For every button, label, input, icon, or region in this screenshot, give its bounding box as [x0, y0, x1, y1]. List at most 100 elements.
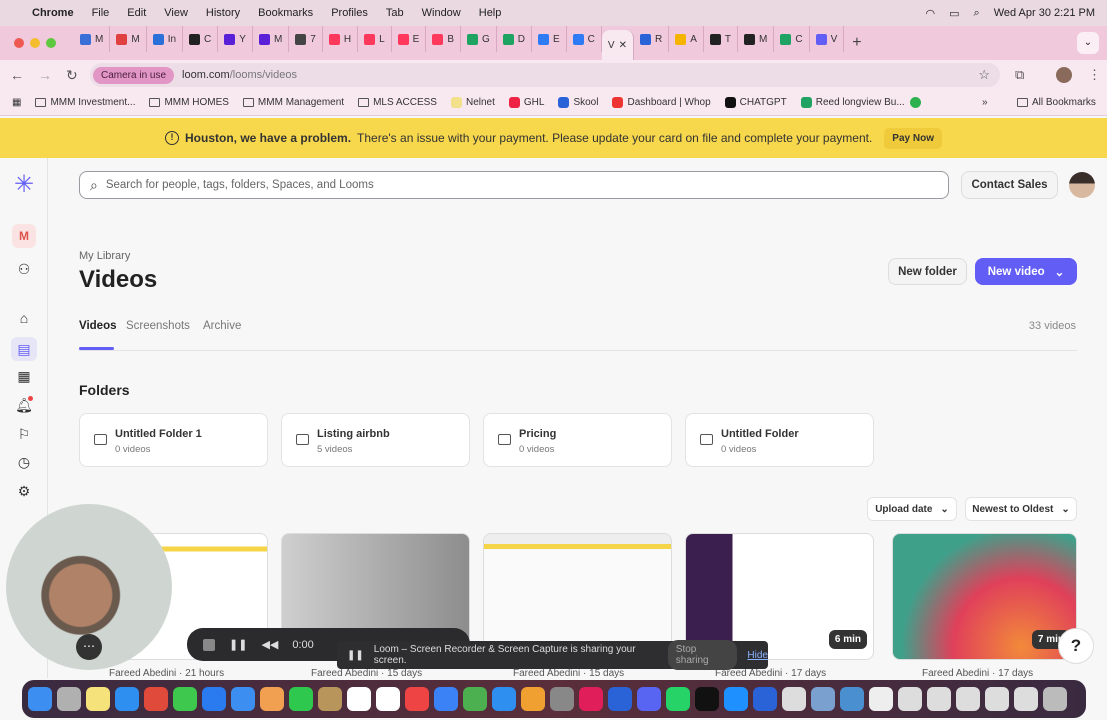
bookmark-item[interactable]: MLS ACCESS — [358, 97, 437, 108]
calendar-icon[interactable]: ▦ — [14, 366, 34, 386]
dock-app-icon[interactable] — [840, 687, 864, 711]
browser-tab[interactable]: H — [323, 26, 359, 52]
home-icon[interactable]: ⌂ — [14, 308, 34, 328]
notifications-bell-icon[interactable]: 🔔︎ — [14, 395, 34, 415]
profile-avatar[interactable] — [1056, 67, 1072, 83]
menu-profiles[interactable]: Profiles — [331, 7, 368, 19]
dock-app-icon[interactable] — [637, 687, 661, 711]
apps-grid-icon[interactable]: ▦ — [12, 97, 21, 108]
dock-app-icon[interactable] — [144, 687, 168, 711]
dock-app-icon[interactable] — [115, 687, 139, 711]
user-avatar[interactable] — [1069, 172, 1095, 198]
browser-tab[interactable]: C — [567, 26, 602, 52]
bookmark-green-icon[interactable] — [910, 97, 921, 108]
video-owner[interactable]: Fareed Abedini · 17 days — [922, 668, 1033, 679]
sort-order-dropdown[interactable]: Newest to Oldest ⌄ — [965, 497, 1077, 521]
bookmark-item[interactable]: MMM Investment... — [35, 97, 135, 108]
dock-app-icon[interactable] — [289, 687, 313, 711]
library-icon[interactable]: ▤ — [11, 337, 37, 361]
search-input[interactable]: ⌕ Search for people, tags, folders, Spac… — [79, 171, 949, 199]
dock-app-icon[interactable] — [57, 687, 81, 711]
bookmark-item[interactable]: Skool — [558, 97, 598, 108]
invite-user-icon[interactable]: ⚇ — [14, 259, 34, 279]
hide-button[interactable]: Hide — [747, 650, 768, 661]
menu-edit[interactable]: Edit — [127, 7, 146, 19]
browser-tab[interactable]: Y — [218, 26, 253, 52]
pause-icon[interactable]: ❚❚ — [229, 638, 247, 651]
stop-sharing-button[interactable]: Stop sharing — [667, 640, 738, 670]
bookmark-item[interactable]: Dashboard | Whop — [612, 97, 711, 108]
dock-app-icon[interactable] — [202, 687, 226, 711]
all-bookmarks[interactable]: All Bookmarks — [1017, 97, 1096, 108]
stop-recording-icon[interactable] — [203, 638, 215, 651]
dock-app-icon[interactable] — [405, 687, 429, 711]
browser-tab[interactable]: E — [392, 26, 427, 52]
browser-tab[interactable]: T — [704, 26, 738, 52]
dock-app-icon[interactable] — [434, 687, 458, 711]
browser-tab[interactable]: A — [669, 26, 704, 52]
sort-field-dropdown[interactable]: Upload date ⌄ — [867, 497, 957, 521]
new-video-button[interactable]: New video ⌄ — [975, 258, 1077, 285]
browser-tab[interactable]: C — [183, 26, 219, 52]
menu-file[interactable]: File — [92, 7, 110, 19]
dock-app-icon[interactable] — [231, 687, 255, 711]
menu-bookmarks[interactable]: Bookmarks — [258, 7, 313, 19]
video-owner[interactable]: Fareed Abedini · 15 days — [513, 668, 624, 679]
dock-app-icon[interactable] — [1043, 687, 1067, 711]
tab-search-chevron-icon[interactable]: ⌄ — [1077, 32, 1099, 54]
video-owner[interactable]: Fareed Abedini · 15 days — [311, 668, 422, 679]
dock-app-icon[interactable] — [28, 687, 52, 711]
clock[interactable]: Wed Apr 30 2:21 PM — [994, 7, 1095, 19]
tab-archive[interactable]: Archive — [203, 320, 241, 332]
dock-app-icon[interactable] — [985, 687, 1009, 711]
folder-card[interactable]: Listing airbnb 5 videos — [281, 413, 470, 467]
menu-window[interactable]: Window — [422, 7, 461, 19]
dock-app-icon[interactable] — [579, 687, 603, 711]
dock-app-icon[interactable] — [753, 687, 777, 711]
browser-tab[interactable]: G — [461, 26, 497, 52]
browser-tab[interactable]: V — [810, 26, 845, 52]
bookmark-item[interactable]: CHATGPT — [724, 97, 787, 108]
dock-app-icon[interactable] — [318, 687, 342, 711]
browser-tab[interactable]: In — [147, 26, 184, 52]
dock-app-icon[interactable] — [782, 687, 806, 711]
wifi-icon[interactable]: ◠ — [926, 7, 936, 20]
bookmark-item[interactable]: MMM Management — [242, 97, 344, 108]
minimize-window-button[interactable] — [30, 38, 40, 48]
dock-app-icon[interactable] — [1014, 687, 1038, 711]
new-tab-button[interactable]: + — [852, 34, 861, 52]
menu-app[interactable]: Chrome — [32, 7, 74, 19]
dock-app-icon[interactable] — [608, 687, 632, 711]
dock-app-icon[interactable] — [492, 687, 516, 711]
bookmark-icon[interactable]: ⚐ — [14, 424, 34, 444]
settings-gear-icon[interactable]: ⚙ — [14, 481, 34, 501]
dock-app-icon[interactable] — [550, 687, 574, 711]
dock-app-icon[interactable] — [695, 687, 719, 711]
battery-icon[interactable]: ▭ — [949, 7, 959, 20]
bookmark-star-icon[interactable]: ☆ — [978, 67, 990, 83]
reload-icon[interactable]: ↻ — [66, 67, 78, 84]
browser-tab[interactable]: M — [253, 26, 290, 52]
dock-app-icon[interactable] — [956, 687, 980, 711]
dock-app-icon[interactable] — [927, 687, 951, 711]
bookmark-item[interactable]: MMM HOMES — [149, 97, 229, 108]
browser-tab[interactable]: M — [738, 26, 775, 52]
dock-app-icon[interactable] — [376, 687, 400, 711]
video-owner[interactable]: Fareed Abedini · 21 hours — [109, 668, 224, 679]
dock-app-icon[interactable] — [869, 687, 893, 711]
browser-tab[interactable]: M — [74, 26, 111, 52]
folder-card[interactable]: Untitled Folder 1 0 videos — [79, 413, 268, 467]
new-folder-button[interactable]: New folder — [888, 258, 967, 285]
folder-card[interactable]: Pricing 0 videos — [483, 413, 672, 467]
dock-app-icon[interactable] — [521, 687, 545, 711]
menu-view[interactable]: View — [164, 7, 188, 19]
browser-tab[interactable]: E — [532, 26, 567, 52]
menu-help[interactable]: Help — [479, 7, 502, 19]
contact-sales-button[interactable]: Contact Sales — [961, 171, 1058, 199]
dock-app-icon[interactable] — [666, 687, 690, 711]
browser-tab[interactable]: 7 — [289, 26, 323, 52]
close-tab-icon[interactable]: ✕ — [619, 40, 627, 51]
browser-tab[interactable]: R — [634, 26, 670, 52]
dock-app-icon[interactable] — [898, 687, 922, 711]
more-bookmarks-chevron-icon[interactable]: » — [982, 97, 988, 108]
